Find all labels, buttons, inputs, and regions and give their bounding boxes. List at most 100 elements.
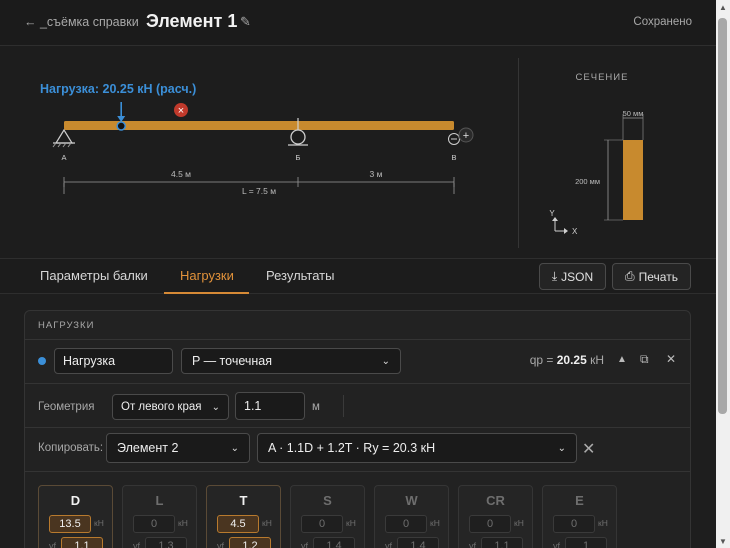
save-status: Сохранено — [633, 16, 692, 28]
gamma-f-input[interactable]: 1 — [565, 537, 607, 548]
total-length-label: L = 7.5 м — [242, 186, 276, 196]
factor-name: D — [70, 493, 81, 508]
page-title: Элемент 1 — [146, 11, 238, 31]
factor-name: L — [155, 493, 164, 508]
qp-unit: кН — [586, 353, 604, 367]
beam-diagram: × + А Б В 4.5 м 3 м L = 7.5 м — [52, 102, 474, 196]
support-label-a: А — [61, 153, 66, 162]
load-type-value: P — точечная — [192, 354, 273, 368]
loads-panel: НАГРУЗКИ Нагрузка P — точечная ⌄ qp = 20.… — [24, 310, 691, 548]
pencil-icon[interactable]: ✎ — [240, 14, 251, 30]
load-factor-card-t[interactable]: T 4.5 кН γf 1.2 — [206, 485, 281, 548]
app-header: ← _съёмка справки Элемент 1 ✎ Сохранено — [0, 0, 716, 46]
factor-value-input[interactable]: 0 — [301, 515, 343, 533]
panel-separator — [25, 471, 690, 472]
chevron-down-icon: ⌄ — [381, 355, 390, 367]
copy-element-value: Элемент 2 — [117, 441, 179, 455]
scroll-up-icon[interactable]: ▲ — [716, 3, 730, 12]
load-marker[interactable] — [116, 121, 126, 131]
gamma-f-input[interactable]: 1.4 — [397, 537, 439, 548]
geometry-ref-select[interactable]: От левого края ⌄ — [112, 394, 229, 420]
load-factor-card-l[interactable]: L 0 кН γf 1.3 — [122, 485, 197, 548]
json-button-label: JSON — [561, 269, 594, 284]
chevron-down-icon: ⌄ — [211, 401, 220, 413]
span-label-1: 4.5 м — [171, 169, 191, 179]
factor-value-input[interactable]: 13.5 — [49, 515, 91, 533]
factor-name: S — [323, 493, 332, 508]
tab-beam-params[interactable]: Параметры балки — [40, 268, 148, 283]
factor-unit: кН — [178, 518, 188, 528]
gamma-f-input[interactable]: 1.4 — [313, 537, 355, 548]
qp-label: qp = — [529, 353, 557, 367]
tab-results[interactable]: Результаты — [266, 268, 334, 283]
factor-unit: кН — [94, 518, 104, 528]
factor-unit: кН — [514, 518, 524, 528]
x-axis-head — [564, 228, 568, 234]
print-button[interactable]: ⎙ Печать — [612, 263, 691, 290]
factor-unit: кН — [598, 518, 608, 528]
download-icon: ⤓ — [551, 269, 558, 283]
gamma-f-label: γf — [553, 541, 561, 548]
delete-load-icon[interactable]: ✕ — [666, 352, 676, 366]
factor-unit: кН — [346, 518, 356, 528]
qp-readout: qp = 20.25 кН — [530, 353, 604, 367]
ground-hatch — [52, 142, 72, 148]
factor-unit: кН — [430, 518, 440, 528]
geometry-label: Геометрия — [38, 401, 95, 413]
load-factor-card-cr[interactable]: CR 0 кН γf 1.1 — [458, 485, 533, 548]
panel-separator — [25, 383, 690, 384]
factor-value-input[interactable]: 4.5 — [217, 515, 259, 533]
active-tab-indicator — [164, 292, 249, 294]
remove-load-glyph: × — [178, 105, 184, 117]
scroll-down-icon[interactable]: ▼ — [716, 537, 730, 546]
factor-name: T — [239, 493, 248, 508]
move-up-icon[interactable]: ▲ — [617, 354, 627, 365]
axis-x-label: X — [572, 227, 578, 236]
load-factor-card-e[interactable]: E 0 кН γf 1 — [542, 485, 617, 548]
factor-value-input[interactable]: 0 — [469, 515, 511, 533]
geometry-divider — [343, 395, 344, 417]
print-button-label: Печать — [638, 269, 678, 284]
clear-combination-icon[interactable]: ✕ — [582, 439, 595, 459]
copy-element-select[interactable]: Элемент 2 ⌄ — [106, 433, 250, 463]
back-link[interactable]: ← _съёмка справки — [24, 15, 139, 29]
geometry-position-input[interactable]: 1.1 — [235, 392, 305, 420]
qp-value: 20.25 — [556, 353, 587, 367]
gamma-f-label: γf — [49, 541, 57, 548]
json-export-button[interactable]: ⤓ JSON — [539, 263, 606, 290]
gamma-f-input[interactable]: 1.1 — [481, 537, 523, 548]
load-factor-card-w[interactable]: W 0 кН γf 1.4 — [374, 485, 449, 548]
load-name-input[interactable]: Нагрузка — [54, 348, 173, 374]
section-title: СЕЧЕНИЕ — [575, 72, 629, 83]
load-color-dot — [38, 357, 46, 365]
combination-select[interactable]: A · 1.1D + 1.2T · Ry = 20.3 кН ⌄ — [257, 433, 577, 463]
factor-value-input[interactable]: 0 — [385, 515, 427, 533]
height-label: 200 мм — [575, 177, 600, 186]
factor-value-input[interactable]: 0 — [553, 515, 595, 533]
factor-value-input[interactable]: 0 — [133, 515, 175, 533]
load-factor-card-s[interactable]: S 0 кН γf 1.4 — [290, 485, 365, 548]
gamma-f-label: γf — [385, 541, 393, 548]
gamma-f-input[interactable]: 1.3 — [145, 537, 187, 548]
factor-name: CR — [486, 493, 505, 508]
factor-unit: кН — [262, 518, 272, 528]
duplicate-icon[interactable]: ⧉ — [640, 352, 649, 367]
support-label-b: Б — [296, 153, 301, 162]
load-type-select[interactable]: P — точечная ⌄ — [181, 348, 401, 374]
load-factor-card-d[interactable]: D 13.5 кН γf 1.1 — [38, 485, 113, 548]
diagram-divider — [518, 58, 519, 248]
pin-support-a — [54, 128, 74, 144]
tab-loads[interactable]: Нагрузки — [180, 268, 234, 283]
gamma-f-input[interactable]: 1.1 — [61, 537, 103, 548]
geometry-ref-value: От левого края — [121, 401, 202, 413]
printer-icon: ⎙ — [625, 269, 635, 283]
gamma-f-label: γf — [217, 541, 225, 548]
gamma-f-input[interactable]: 1.2 — [229, 537, 271, 548]
chevron-down-icon: ⌄ — [557, 442, 566, 454]
panel-separator — [25, 339, 690, 340]
chevron-down-icon: ⌄ — [230, 442, 239, 454]
geometry-unit: м — [312, 401, 320, 413]
scrollbar-thumb[interactable] — [718, 18, 727, 414]
span-label-2: 3 м — [370, 169, 383, 179]
factor-name: E — [575, 493, 584, 508]
